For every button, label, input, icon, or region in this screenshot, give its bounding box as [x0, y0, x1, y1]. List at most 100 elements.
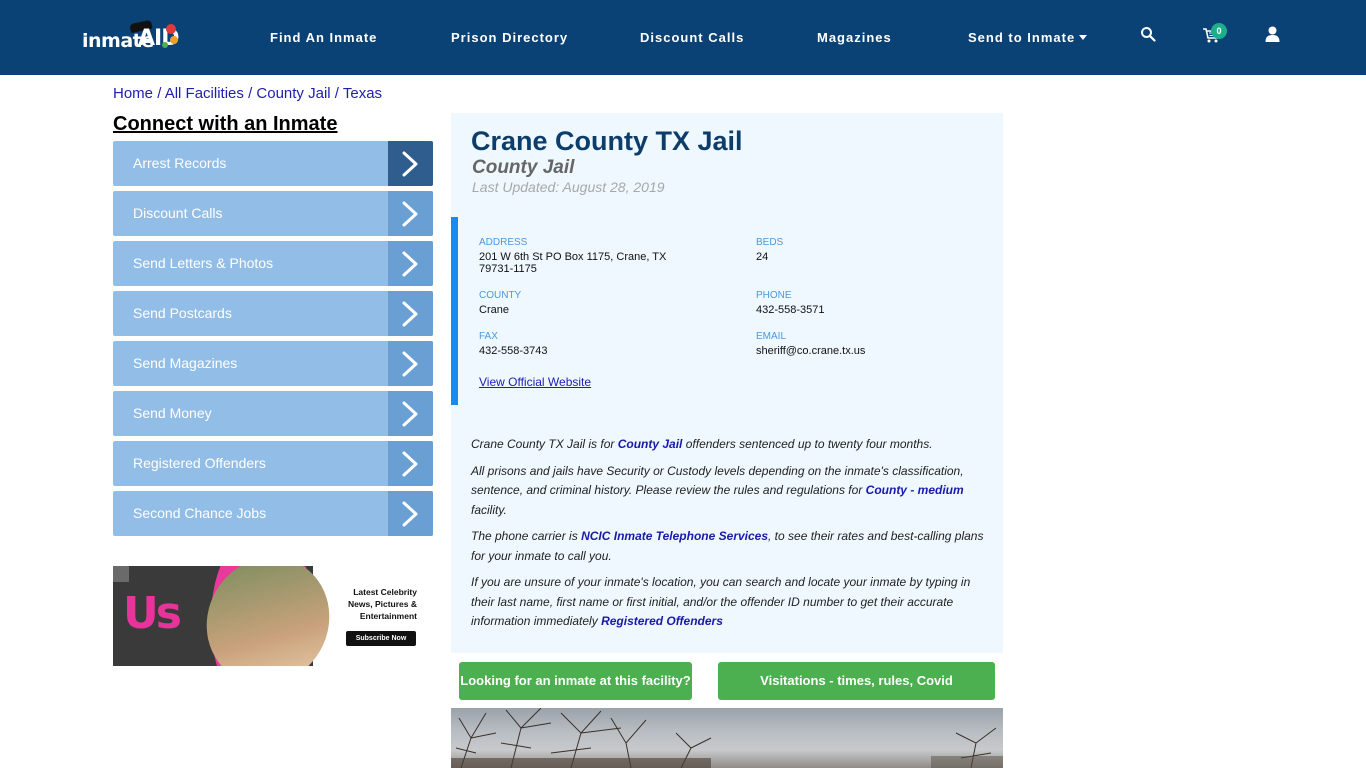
phone-field: PHONE 432-558-3571: [756, 290, 825, 316]
sidebar-item-arrow: [388, 191, 433, 236]
logo-decoration: [170, 36, 178, 44]
visitations-button[interactable]: Visitations - times, rules, Covid cancel…: [718, 662, 995, 726]
search-icon: [1141, 27, 1156, 42]
breadcrumb-county-jail[interactable]: County Jail: [256, 85, 330, 102]
county-value: Crane: [479, 304, 509, 316]
search-button[interactable]: [1140, 26, 1160, 46]
sidebar-item-label: Send Magazines: [133, 355, 238, 371]
description-text: The phone carrier is: [471, 529, 582, 543]
top-navbar: inmate AID Find An Inmate Prison Directo…: [0, 0, 1366, 75]
address-field: ADDRESS 201 W 6th St PO Box 1175, Crane,…: [479, 237, 729, 275]
sidebar-item-label: Send Letters & Photos: [133, 255, 274, 271]
nav-discount-calls[interactable]: Discount Calls: [640, 30, 744, 45]
user-icon: [1265, 26, 1280, 42]
facility-info-box: ADDRESS 201 W 6th St PO Box 1175, Crane,…: [451, 217, 1003, 405]
site-logo[interactable]: inmate AID: [82, 19, 182, 54]
nav-send-to-inmate-label: Send to Inmate: [968, 30, 1076, 45]
last-updated: Last Updated: August 28, 2019: [472, 179, 665, 195]
county-field: COUNTY Crane: [479, 290, 521, 316]
breadcrumb-all-facilities[interactable]: All Facilities: [165, 85, 244, 102]
description-paragraph: All prisons and jails have Security or C…: [471, 462, 991, 521]
address-line-1: 201 W 6th St PO Box 1175, Crane, TX: [479, 251, 667, 263]
logo-decoration: [162, 42, 168, 48]
description-paragraph: Crane County TX Jail is for County Jail …: [471, 435, 991, 455]
facility-title: Crane County TX Jail: [471, 126, 743, 156]
chevron-right-icon: [402, 351, 418, 377]
caret-down-icon: [1079, 35, 1088, 40]
ad-copy-line: News, Pictures &: [348, 599, 417, 609]
facility-type: County Jail: [472, 157, 575, 178]
fax-value: 432-558-3743: [479, 345, 548, 357]
sidebar-item-discount-calls[interactable]: Discount Calls: [113, 191, 433, 236]
looking-for-inmate-button[interactable]: Looking for an inmate at this facility?: [459, 662, 692, 700]
county-label: COUNTY: [479, 290, 522, 301]
county-jail-link[interactable]: County Jail: [618, 437, 683, 451]
sidebar-item-registered-offenders[interactable]: Registered Offenders: [113, 441, 433, 486]
email-value: sheriff@co.crane.tx.us: [756, 345, 866, 357]
breadcrumb: Home / All Facilities / County Jail / Te…: [113, 85, 382, 102]
fax-label: FAX: [479, 331, 498, 342]
fax-field: FAX 432-558-3743: [479, 331, 548, 357]
sidebar-item-arrest-records[interactable]: Arrest Records: [113, 141, 433, 186]
cart-count-badge: 0: [1211, 23, 1227, 39]
us-weekly-ad-banner[interactable]: Us Latest Celebrity News, Pictures & Ent…: [113, 566, 423, 666]
sidebar-item-send-letters-photos[interactable]: Send Letters & Photos: [113, 241, 433, 286]
logo-decoration: [166, 24, 176, 34]
account-button[interactable]: [1265, 26, 1285, 46]
chevron-right-icon: [402, 201, 418, 227]
beds-label: BEDS: [756, 237, 784, 248]
sidebar-item-arrow: [388, 291, 433, 336]
description-paragraph: If you are unsure of your inmate's locat…: [471, 573, 991, 632]
sidebar-item-label: Discount Calls: [133, 205, 223, 221]
ad-corner-decoration: [113, 566, 129, 582]
description-text: facility.: [471, 502, 507, 517]
sidebar-item-arrow: [388, 141, 433, 186]
chevron-right-icon: [402, 251, 418, 277]
nav-magazines[interactable]: Magazines: [817, 30, 892, 45]
view-official-website-link[interactable]: View Official Website: [479, 375, 591, 389]
registered-offenders-link[interactable]: Registered Offenders: [601, 614, 723, 628]
chevron-right-icon: [402, 151, 418, 177]
sidebar-item-send-magazines[interactable]: Send Magazines: [113, 341, 433, 386]
sidebar-item-arrow: [388, 391, 433, 436]
description-paragraph: The phone carrier is NCIC Inmate Telepho…: [471, 527, 991, 566]
breadcrumb-separator: /: [334, 85, 343, 102]
nav-send-to-inmate[interactable]: Send to Inmate: [968, 30, 1088, 45]
phone-label: PHONE: [756, 290, 792, 301]
phone-value: 432-558-3571: [756, 304, 825, 316]
description-text: offenders sentenced up to twenty four mo…: [682, 437, 933, 451]
ad-subscribe-button[interactable]: Subscribe Now: [346, 631, 416, 646]
county-medium-link[interactable]: County - medium: [866, 483, 964, 497]
breadcrumb-home[interactable]: Home: [113, 85, 153, 102]
ad-copy-line: Entertainment: [359, 611, 417, 621]
address-line-2: 79731-1175: [479, 263, 537, 275]
nav-find-an-inmate[interactable]: Find An Inmate: [270, 30, 377, 45]
sidebar-item-send-money[interactable]: Send Money: [113, 391, 433, 436]
ad-copy: Latest Celebrity News, Pictures & Entert…: [339, 586, 417, 622]
sidebar-item-arrow: [388, 241, 433, 286]
ncic-telephone-link[interactable]: NCIC Inmate Telephone Services: [581, 529, 768, 543]
sidebar-item-label: Registered Offenders: [133, 455, 266, 471]
email-label: EMAIL: [756, 331, 787, 342]
sidebar-item-second-chance-jobs[interactable]: Second Chance Jobs: [113, 491, 433, 536]
email-field: EMAIL sheriff@co.crane.tx.us: [756, 331, 865, 357]
facility-photo: [451, 708, 1003, 768]
trees-image: [451, 708, 1003, 768]
description-text: Crane County TX Jail is for: [471, 437, 618, 451]
sidebar-item-label: Second Chance Jobs: [133, 505, 267, 521]
sidebar-item-arrow: [388, 491, 433, 536]
sidebar-item-arrow: [388, 341, 433, 386]
chevron-right-icon: [402, 451, 418, 477]
ad-copy-line: Latest Celebrity: [353, 587, 417, 597]
sidebar-item-label: Arrest Records: [133, 155, 227, 171]
breadcrumb-texas[interactable]: Texas: [343, 85, 382, 102]
address-label: ADDRESS: [479, 237, 528, 248]
sidebar-title: Connect with an Inmate: [113, 113, 338, 135]
beds-value: 24: [756, 251, 769, 263]
chevron-right-icon: [402, 401, 418, 427]
nav-prison-directory[interactable]: Prison Directory: [451, 30, 568, 45]
sidebar-item-send-postcards[interactable]: Send Postcards: [113, 291, 433, 336]
beds-field: BEDS 24: [756, 237, 783, 263]
sidebar-item-label: Send Money: [133, 405, 212, 421]
ad-brand-logo: Us: [123, 588, 182, 639]
